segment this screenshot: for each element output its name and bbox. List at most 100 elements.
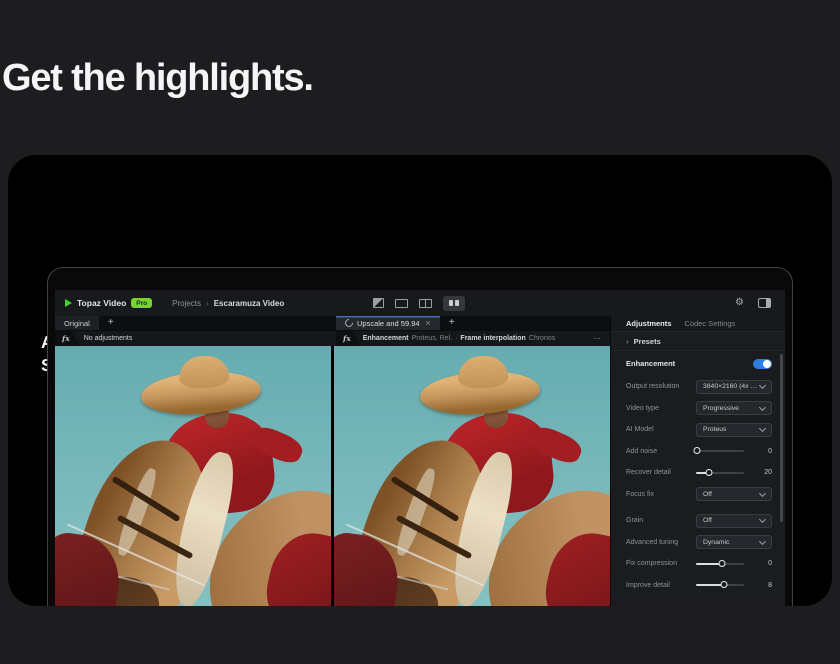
video-pane-upscaled[interactable] (334, 346, 610, 606)
control-grain: Grain Off (626, 510, 772, 532)
slider-value: 0 (750, 448, 772, 455)
upscale-process-icon (343, 317, 354, 328)
enhancement-toggle[interactable] (753, 359, 772, 369)
dual-view-icon[interactable] (443, 296, 465, 311)
dropdown-value: Proteus (703, 426, 757, 433)
fx-icon: fx (62, 334, 70, 343)
frame-interpolation-label: Frame interpolation (460, 335, 525, 342)
control-label: Focus fix (626, 491, 696, 498)
enhancement-row: Enhancement (611, 351, 785, 376)
tab-upscale[interactable]: Upscale and 59.94 × (336, 316, 440, 330)
pro-badge: Pro (131, 298, 152, 308)
presets-row[interactable]: › Presets (611, 332, 785, 351)
titlebar-actions: ⚙ (735, 290, 771, 316)
tab-codec-settings[interactable]: Codec Settings (684, 319, 735, 328)
slider-value: 20 (750, 469, 772, 476)
highlight-card: A powerful platform for artificial intel… (8, 155, 832, 606)
control-label: Recover detail (626, 469, 696, 476)
output-resolution-dropdown[interactable]: 3840×2160 (4x … (696, 380, 772, 394)
right-adjustments-bar: fx Enhancement Proteus, Rel. · Frame int… (336, 331, 610, 346)
app-titlebar: Topaz Video Pro Projects › Escaramuza Vi… (55, 290, 785, 316)
tabs-bar: Original + Upscale and 59.94 × + (55, 316, 610, 330)
settings-gear-icon[interactable]: ⚙ (735, 298, 744, 308)
chevron-right-icon: › (626, 337, 629, 346)
slider-knob[interactable] (719, 560, 726, 567)
page-title: Get the highlights. (2, 57, 313, 100)
panel-tabs: Adjustments Codec Settings (611, 316, 785, 332)
control-add-noise: Add noise 0 (626, 441, 772, 463)
enhancement-summary-value: Proteus, Rel. (412, 335, 452, 342)
slider-knob[interactable] (720, 581, 727, 588)
control-improve-detail: Improve detail 8 (626, 575, 772, 597)
single-view-icon[interactable] (395, 299, 408, 308)
enhancement-summary: Enhancement Proteus, Rel. · Frame interp… (363, 335, 556, 342)
breadcrumb-current: Escaramuza Video (214, 299, 285, 308)
slider-track-area[interactable] (696, 581, 744, 589)
ai-model-dropdown[interactable]: Proteus (696, 423, 772, 437)
frame-interpolation-value: Chronos (529, 335, 555, 342)
dropdown-value: 3840×2160 (4x … (703, 383, 757, 390)
tab-upscale-label: Upscale and 59.94 (357, 319, 420, 328)
sombrero-crown-shape (457, 355, 509, 390)
control-label: Improve detail (626, 582, 696, 589)
slider-track-area[interactable] (696, 447, 744, 455)
panel-toggle-icon[interactable] (758, 298, 771, 308)
tab-original[interactable]: Original (55, 316, 99, 330)
left-tab-group: Original + (55, 316, 123, 330)
video-compare-area (55, 346, 610, 606)
video-frame-original (55, 346, 331, 606)
tab-adjustments[interactable]: Adjustments (626, 319, 671, 328)
dropdown-value: Off (703, 517, 757, 524)
fix-compression-slider[interactable]: 0 (696, 560, 772, 568)
topaz-play-logo-icon (65, 299, 72, 307)
enhancement-label: Enhancement (626, 359, 675, 368)
recover-detail-slider[interactable]: 20 (696, 469, 772, 477)
more-options-icon[interactable]: ⋯ (593, 334, 602, 343)
presets-label: Presets (634, 337, 661, 346)
control-recover-detail: Recover detail 20 (626, 462, 772, 484)
add-tab-button-left[interactable]: + (99, 316, 123, 330)
settings-panel: Adjustments Codec Settings › Presets Enh… (610, 316, 785, 606)
no-adjustments-label: No adjustments (84, 335, 133, 342)
slider-track-area[interactable] (696, 560, 744, 568)
video-pane-original[interactable] (55, 346, 331, 606)
dropdown-value: Dynamic (703, 539, 757, 546)
app-main: Original + Upscale and 59.94 × + (55, 316, 785, 606)
control-label: Output resolution (626, 383, 696, 390)
separator-dot: · (455, 335, 457, 342)
view-mode-group (373, 290, 465, 316)
chevron-down-icon (759, 538, 766, 545)
app-window: Topaz Video Pro Projects › Escaramuza Vi… (55, 290, 785, 606)
slider-knob[interactable] (706, 469, 713, 476)
right-tab-group: Upscale and 59.94 × + (336, 316, 464, 330)
improve-detail-slider[interactable]: 8 (696, 581, 772, 589)
sombrero-crown-shape (178, 355, 230, 390)
split-view-icon[interactable] (373, 298, 384, 308)
slider-knob[interactable] (694, 447, 701, 454)
panel-scrollbar[interactable] (780, 354, 783, 522)
compare-view-icon[interactable] (419, 299, 432, 308)
grain-dropdown[interactable]: Off (696, 514, 772, 528)
control-fix-compression: Fix compression 0 (626, 553, 772, 575)
slider-track-area[interactable] (696, 469, 744, 477)
page: Get the highlights. A powerful platform … (0, 0, 840, 664)
advanced-tuning-dropdown[interactable]: Dynamic (696, 535, 772, 549)
add-noise-slider[interactable]: 0 (696, 447, 772, 455)
control-focus-fix: Focus fix Off (626, 484, 772, 506)
left-adjustments-bar: fx No adjustments (55, 331, 336, 346)
adjustments-bar: fx No adjustments fx Enhancement Proteus… (55, 330, 610, 346)
control-video-type: Video type Progressive (626, 398, 772, 420)
breadcrumb-separator-icon: › (206, 299, 209, 308)
fx-icon: fx (343, 334, 351, 343)
video-type-dropdown[interactable]: Progressive (696, 401, 772, 415)
controls-list: Output resolution 3840×2160 (4x … Video … (611, 376, 785, 596)
tab-original-label: Original (64, 319, 90, 328)
breadcrumb-projects[interactable]: Projects (172, 299, 201, 308)
chevron-down-icon (759, 382, 766, 389)
focus-fix-dropdown[interactable]: Off (696, 487, 772, 501)
close-tab-icon[interactable]: × (426, 319, 431, 328)
chevron-down-icon (759, 425, 766, 432)
video-frame-upscaled (334, 346, 610, 606)
breadcrumb: Projects › Escaramuza Video (172, 299, 284, 308)
add-tab-button-right[interactable]: + (440, 316, 464, 330)
